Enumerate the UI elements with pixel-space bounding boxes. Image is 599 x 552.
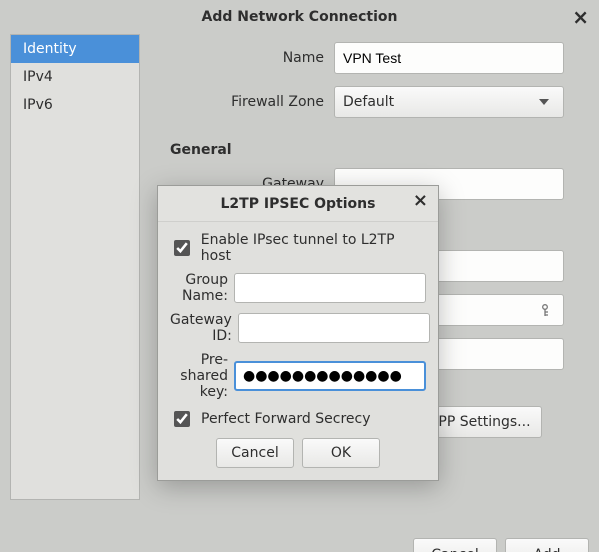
window-close-icon[interactable]: × (572, 2, 589, 32)
gateway-id-label: Gateway ID: (170, 312, 238, 344)
pfs-checkbox[interactable] (174, 411, 190, 427)
ipsec-options-dialog: L2TP IPSEC Options × Enable IPsec tunnel… (157, 185, 439, 481)
dialog-title: L2TP IPSEC Options (221, 196, 376, 212)
name-input[interactable] (334, 42, 564, 74)
dialog-titlebar: L2TP IPSEC Options × (158, 186, 438, 222)
dialog-ok-button[interactable]: OK (302, 438, 380, 468)
sidebar-item-ipv6[interactable]: IPv6 (11, 91, 139, 119)
dialog-cancel-button[interactable]: Cancel (216, 438, 294, 468)
group-name-label: Group Name: (170, 272, 234, 304)
psk-label: Pre-shared key: (170, 352, 234, 400)
window-titlebar: Add Network Connection × (0, 0, 599, 34)
enable-ipsec-checkbox[interactable] (174, 240, 190, 256)
gateway-id-input[interactable] (238, 313, 430, 343)
add-button[interactable]: Add (505, 538, 589, 552)
firewall-zone-select[interactable]: Default (334, 86, 564, 118)
sidebar: Identity IPv4 IPv6 (10, 34, 140, 500)
window-title: Add Network Connection (202, 9, 398, 25)
name-label: Name (154, 50, 334, 66)
pfs-label: Perfect Forward Secrecy (201, 411, 370, 427)
firewall-zone-value: Default (343, 94, 394, 110)
psk-input[interactable] (234, 361, 426, 391)
firewall-zone-label: Firewall Zone (154, 94, 334, 110)
group-name-input[interactable] (234, 273, 426, 303)
password-store-icon[interactable] (536, 296, 558, 324)
dialog-close-icon[interactable]: × (413, 190, 428, 211)
cancel-button[interactable]: Cancel (413, 538, 497, 552)
enable-ipsec-label: Enable IPsec tunnel to L2TP host (201, 232, 426, 264)
sidebar-item-ipv4[interactable]: IPv4 (11, 63, 139, 91)
sidebar-item-identity[interactable]: Identity (11, 35, 139, 63)
general-heading: General (170, 142, 589, 158)
chevron-down-icon (539, 99, 549, 105)
